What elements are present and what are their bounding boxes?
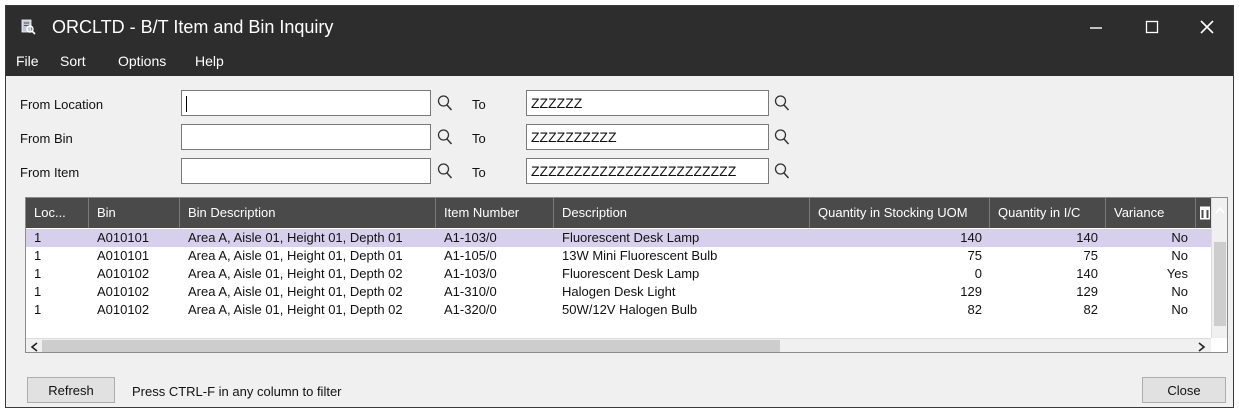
cell-location: 1	[34, 248, 42, 263]
cell-qty-ic: 129	[1076, 284, 1098, 299]
cell-location: 1	[34, 302, 42, 317]
cell-variance: Yes	[1166, 266, 1188, 281]
cell-bin: A010101	[97, 248, 150, 263]
cell-qty-ic: 82	[1083, 302, 1098, 317]
to-bin-input[interactable]: ZZZZZZZZZZ	[526, 124, 769, 150]
column-chooser-icon[interactable]	[1200, 206, 1210, 220]
cell-bin: A010101	[97, 230, 150, 245]
cell-variance: No	[1171, 284, 1188, 299]
table-row[interactable]: 1 A010102 Area A, Aisle 01, Height 01, D…	[26, 265, 1211, 283]
cell-item-number: A1-105/0	[444, 248, 497, 263]
table-row[interactable]: 1 A010102 Area A, Aisle 01, Height 01, D…	[26, 283, 1211, 301]
scroll-right-icon[interactable]	[1198, 342, 1206, 352]
column-header-bin-description[interactable]: Bin Description	[180, 198, 436, 228]
cell-description: Fluorescent Desk Lamp	[562, 266, 700, 281]
close-button[interactable]: Close	[1142, 377, 1226, 403]
search-icon[interactable]	[774, 162, 790, 180]
minimize-icon	[1090, 27, 1102, 29]
to-label: To	[472, 97, 486, 112]
cell-location: 1	[34, 230, 42, 245]
from-bin-input[interactable]	[181, 124, 431, 150]
filter-hint: Press CTRL-F in any column to filter	[132, 384, 342, 399]
vertical-scroll-thumb[interactable]	[1214, 242, 1226, 326]
search-icon[interactable]	[437, 162, 453, 180]
table-row[interactable]: 1 A010101 Area A, Aisle 01, Height 01, D…	[26, 229, 1211, 247]
menu-sort[interactable]: Sort	[60, 53, 86, 69]
inquiry-window: ORCLTD - B/T Item and Bin Inquiry File S…	[5, 5, 1234, 408]
column-header-variance[interactable]: Variance	[1106, 198, 1196, 228]
cell-qty-ic: 140	[1076, 230, 1098, 245]
menu-bar: File Sort Options Help	[6, 48, 1233, 76]
close-window-button[interactable]	[1179, 6, 1235, 48]
maximize-icon	[1145, 20, 1159, 34]
cell-item-number: A1-320/0	[444, 302, 497, 317]
cell-description: 13W Mini Fluorescent Bulb	[562, 248, 718, 263]
column-header-qty-ic[interactable]: Quantity in I/C	[990, 198, 1106, 228]
results-grid[interactable]: Loc... Bin Bin Description Item Number D…	[25, 197, 1228, 353]
cell-bin: A010102	[97, 284, 150, 299]
maximize-button[interactable]	[1124, 6, 1180, 48]
table-row[interactable]: 1 A010101 Area A, Aisle 01, Height 01, D…	[26, 247, 1211, 265]
title-bar: ORCLTD - B/T Item and Bin Inquiry	[6, 6, 1233, 48]
cell-description: 50W/12V Halogen Bulb	[562, 302, 698, 317]
cell-location: 1	[34, 284, 42, 299]
cell-bin-description: Area A, Aisle 01, Height 01, Depth 02	[188, 266, 403, 281]
to-item-input[interactable]: ZZZZZZZZZZZZZZZZZZZZZZZZ	[526, 158, 769, 184]
menu-help[interactable]: Help	[195, 53, 224, 69]
column-header-qty-stocking-uom[interactable]: Quantity in Stocking UOM	[810, 198, 990, 228]
from-item-label: From Item	[20, 165, 80, 180]
horizontal-scroll-thumb[interactable]	[42, 340, 780, 352]
column-header-item-number[interactable]: Item Number	[436, 198, 554, 228]
cell-location: 1	[34, 266, 42, 281]
from-item-input[interactable]	[181, 158, 431, 184]
cell-variance: No	[1171, 248, 1188, 263]
to-label: To	[472, 131, 486, 146]
cell-qty-stocking-uom: 75	[967, 248, 982, 263]
table-row[interactable]: 1 A010102 Area A, Aisle 01, Height 01, D…	[26, 301, 1211, 319]
refresh-button[interactable]: Refresh	[27, 377, 115, 403]
cell-bin-description: Area A, Aisle 01, Height 01, Depth 02	[188, 284, 403, 299]
close-icon	[1200, 20, 1214, 34]
search-icon[interactable]	[774, 94, 790, 112]
column-header-location[interactable]: Loc...	[26, 198, 89, 228]
search-icon[interactable]	[774, 128, 790, 146]
grid-header: Loc... Bin Bin Description Item Number D…	[26, 198, 1227, 228]
cell-qty-ic: 140	[1076, 266, 1098, 281]
scroll-up-icon[interactable]	[1215, 206, 1225, 214]
cell-description: Halogen Desk Light	[562, 284, 676, 299]
cell-qty-stocking-uom: 129	[960, 284, 982, 299]
cell-variance: No	[1171, 302, 1188, 317]
window-title: ORCLTD - B/T Item and Bin Inquiry	[52, 17, 334, 37]
from-location-label: From Location	[20, 97, 104, 112]
cell-bin: A010102	[97, 266, 150, 281]
search-icon[interactable]	[437, 128, 453, 146]
cell-variance: No	[1171, 230, 1188, 245]
to-location-input[interactable]: ZZZZZZ	[526, 90, 769, 116]
from-bin-label: From Bin	[20, 131, 73, 146]
search-icon[interactable]	[437, 94, 453, 112]
cell-bin-description: Area A, Aisle 01, Height 01, Depth 02	[188, 302, 403, 317]
app-icon	[21, 19, 36, 35]
cell-qty-stocking-uom: 82	[967, 302, 982, 317]
cell-qty-ic: 75	[1083, 248, 1098, 263]
menu-options[interactable]: Options	[118, 53, 166, 69]
menu-file[interactable]: File	[16, 53, 39, 69]
minimize-button[interactable]	[1068, 6, 1124, 48]
column-header-description[interactable]: Description	[554, 198, 810, 228]
cell-qty-stocking-uom: 0	[974, 266, 982, 281]
to-label: To	[472, 165, 486, 180]
cell-item-number: A1-103/0	[444, 266, 497, 281]
scroll-left-icon[interactable]	[30, 342, 38, 352]
cell-bin-description: Area A, Aisle 01, Height 01, Depth 01	[188, 230, 403, 245]
column-header-bin[interactable]: Bin	[89, 198, 180, 228]
cell-bin: A010102	[97, 302, 150, 317]
cell-qty-stocking-uom: 140	[960, 230, 982, 245]
cell-description: Fluorescent Desk Lamp	[562, 230, 700, 245]
cell-bin-description: Area A, Aisle 01, Height 01, Depth 01	[188, 248, 403, 263]
from-location-input[interactable]	[181, 90, 431, 116]
cell-item-number: A1-103/0	[444, 230, 497, 245]
cell-item-number: A1-310/0	[444, 284, 497, 299]
